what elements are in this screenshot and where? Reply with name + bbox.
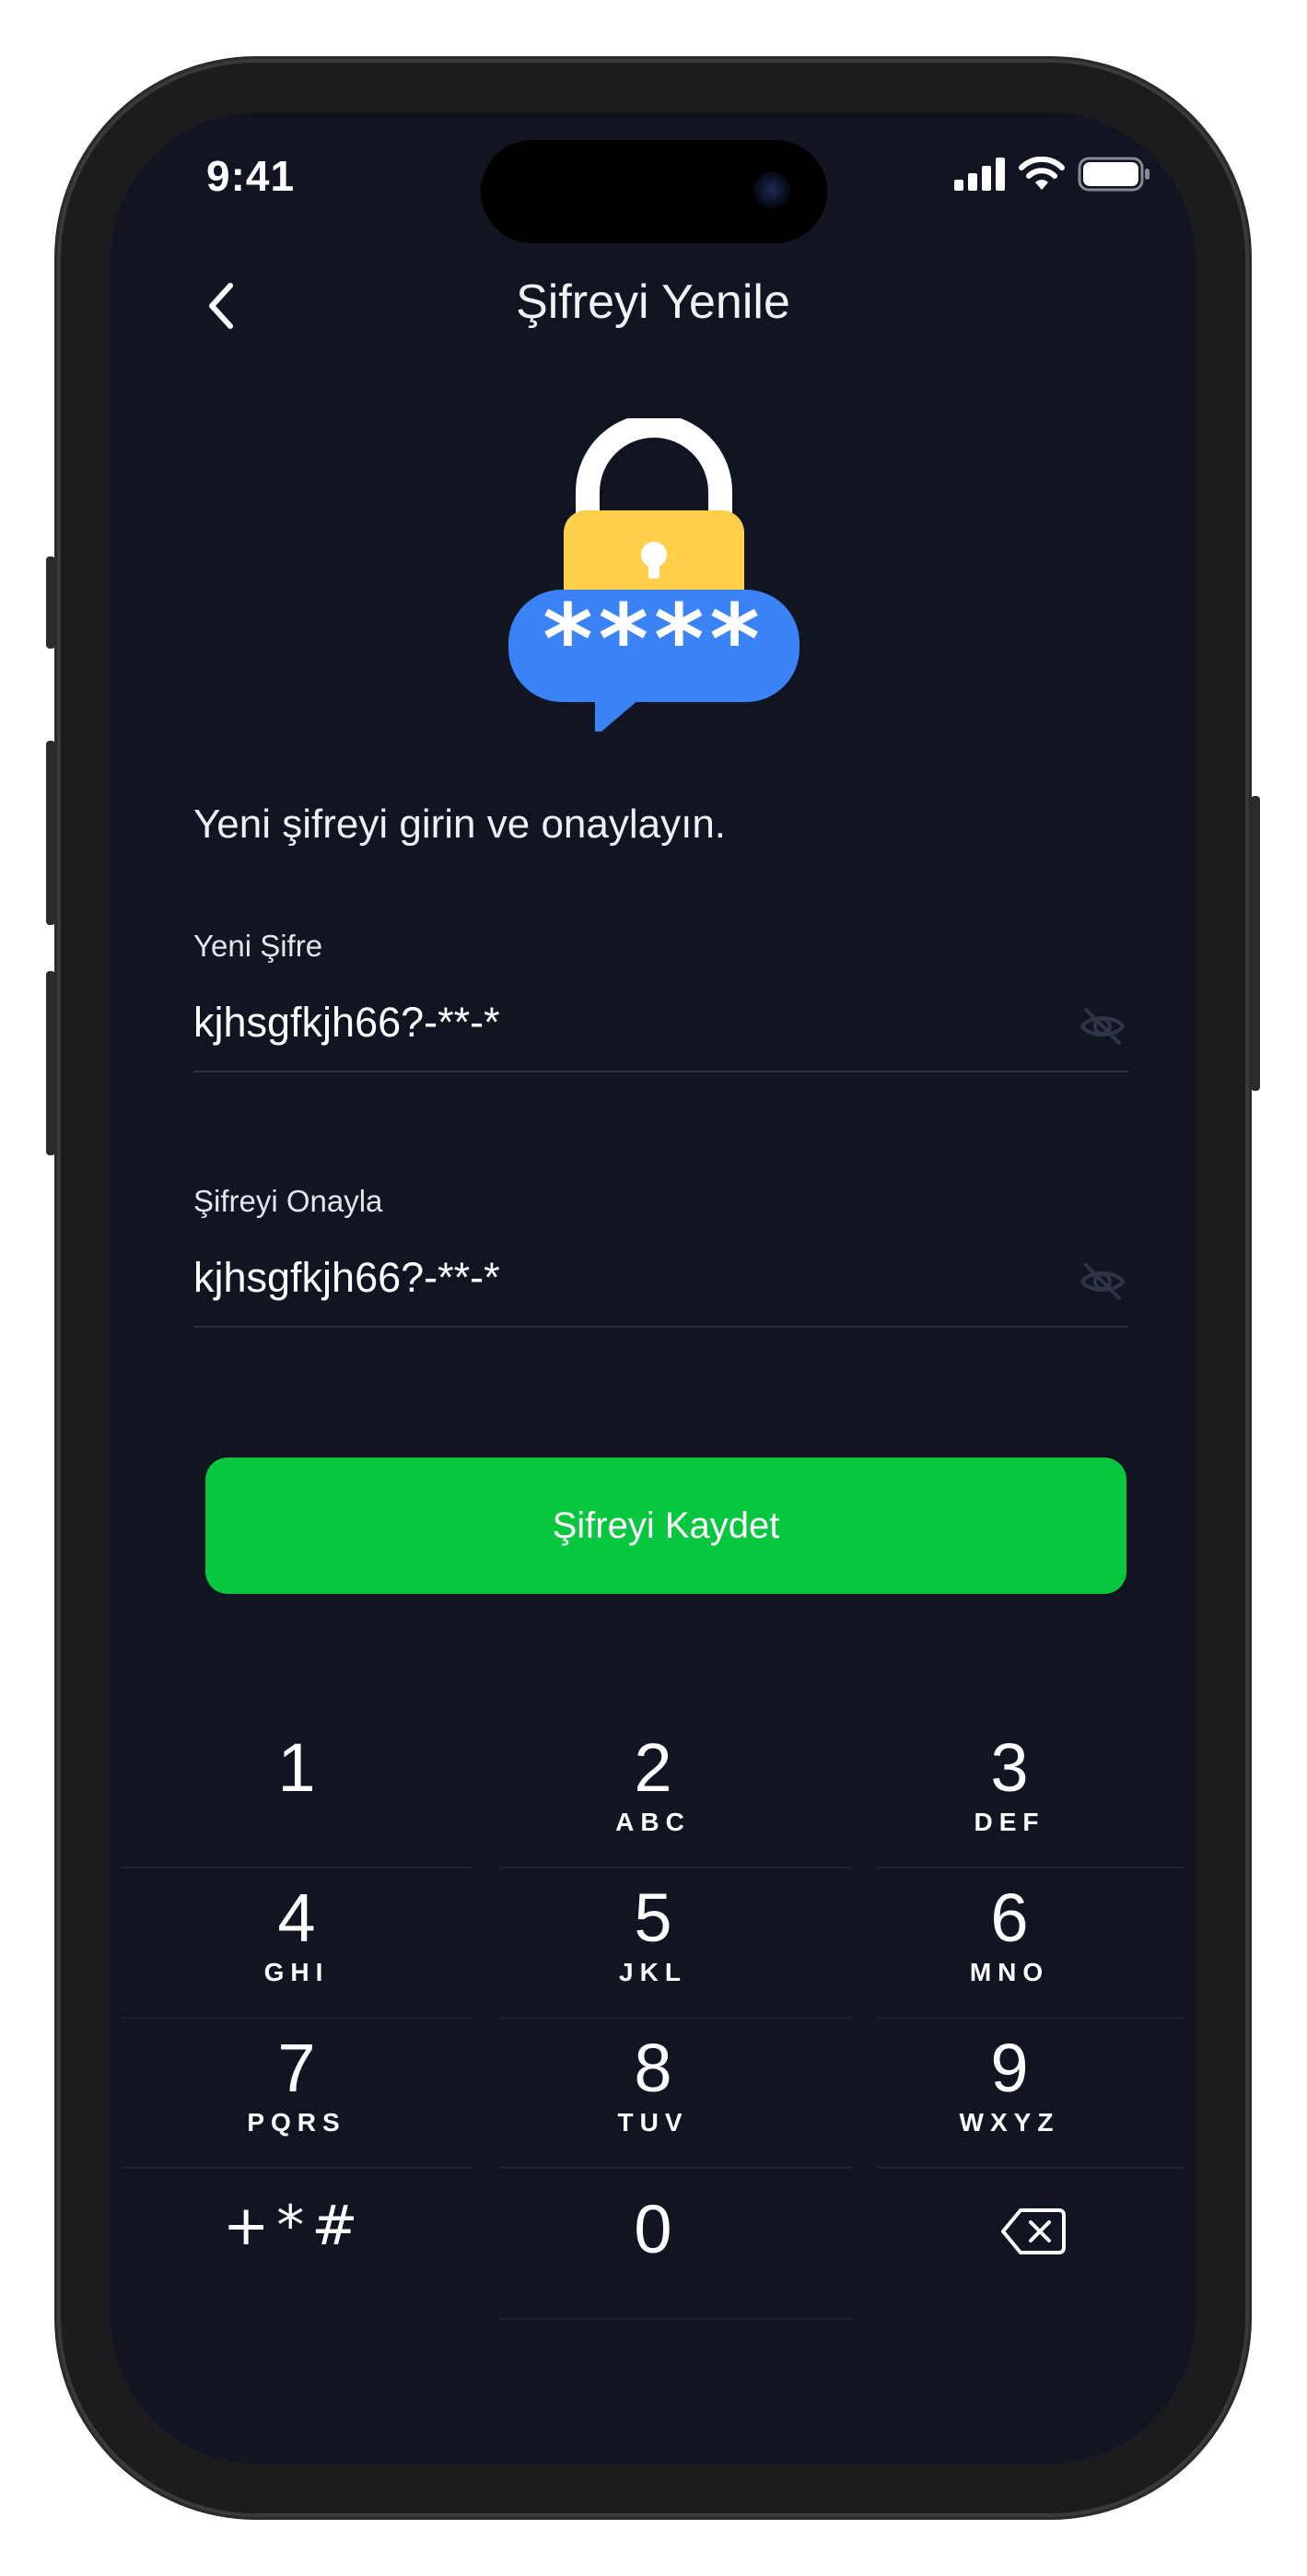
key-letters: ABC <box>615 1808 691 1836</box>
battery-icon <box>1078 157 1149 192</box>
confirm-password-label: Şifreyi Onayla <box>193 1184 383 1218</box>
key-2[interactable]: 2 ABC <box>478 1715 828 1856</box>
backspace-icon <box>1001 2208 1066 2254</box>
key-letters: MNO <box>969 1958 1050 1986</box>
eye-off-icon[interactable] <box>1077 1256 1128 1307</box>
symbols-label: +*# <box>223 2194 366 2258</box>
key-delete[interactable] <box>834 2166 1184 2306</box>
status-icons <box>954 157 1151 192</box>
key-digit: 7 <box>277 2030 316 2106</box>
new-password-label: Yeni Şifre <box>193 929 323 963</box>
key-1[interactable]: 1 <box>122 1715 472 1856</box>
key-digit: 5 <box>634 1879 672 1956</box>
app-screen: 9:41 Şifreyi Yenile **** Yeni şifreyi gi… <box>111 112 1196 2464</box>
new-password-input[interactable] <box>193 993 1022 1052</box>
key-0[interactable]: 0 <box>478 2166 828 2306</box>
cellular-signal-icon <box>954 158 1005 191</box>
power-button <box>1251 796 1260 1091</box>
confirm-password-input[interactable] <box>193 1248 1022 1307</box>
wifi-icon <box>1019 157 1065 190</box>
key-letters: PQRS <box>247 2108 346 2137</box>
key-digit: 9 <box>990 2030 1029 2106</box>
key-7[interactable]: 7 PQRS <box>122 2016 472 2156</box>
key-digit: 4 <box>277 1879 316 1956</box>
key-letters: WXYZ <box>959 2108 1060 2137</box>
eye-off-icon[interactable] <box>1077 1001 1128 1052</box>
key-digit: 8 <box>634 2030 672 2106</box>
key-digit: 1 <box>277 1729 316 1806</box>
confirm-password-field <box>193 1235 1128 1328</box>
key-symbols[interactable]: +*# <box>122 2166 472 2306</box>
key-digit: 0 <box>634 2191 672 2267</box>
instruction-text: Yeni şifreyi girin ve onaylayın. <box>193 802 727 847</box>
key-4[interactable]: 4 GHI <box>122 1866 472 2006</box>
key-letters: DEF <box>974 1808 1045 1836</box>
new-password-field <box>193 980 1128 1072</box>
key-letters: TUV <box>617 2108 689 2137</box>
volume-down-button <box>46 971 55 1155</box>
keypad-divider <box>499 2318 853 2320</box>
lock-password-icon: **** <box>508 418 799 732</box>
key-digit: 3 <box>990 1729 1029 1806</box>
page-title: Şifreyi Yenile <box>516 275 790 329</box>
action-button <box>46 556 55 649</box>
key-digit: 2 <box>634 1729 672 1806</box>
key-letters: GHI <box>263 1958 330 1986</box>
key-9[interactable]: 9 WXYZ <box>834 2016 1184 2156</box>
key-3[interactable]: 3 DEF <box>834 1715 1184 1856</box>
dynamic-island <box>481 140 827 243</box>
key-letters: JKL <box>619 1958 687 1986</box>
masked-password-text: **** <box>543 583 765 696</box>
key-5[interactable]: 5 JKL <box>478 1866 828 2006</box>
key-digit: 6 <box>990 1879 1029 1956</box>
status-time: 9:41 <box>206 152 296 200</box>
volume-up-button <box>46 741 55 925</box>
save-password-button[interactable]: Şifreyi Kaydet <box>205 1458 1126 1594</box>
front-camera <box>753 171 790 208</box>
key-6[interactable]: 6 MNO <box>834 1866 1184 2006</box>
key-8[interactable]: 8 TUV <box>478 2016 828 2156</box>
